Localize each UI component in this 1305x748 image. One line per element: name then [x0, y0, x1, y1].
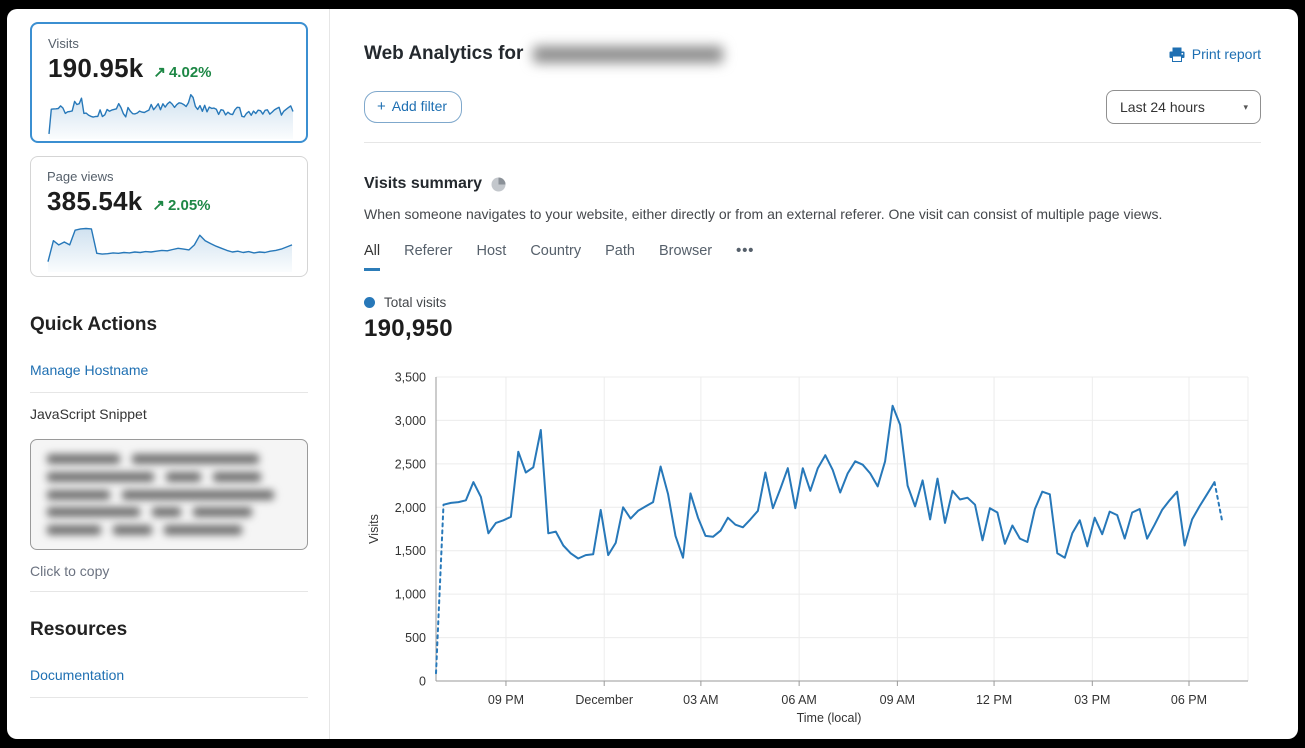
y-axis-label: 2,000	[395, 501, 426, 515]
visits-summary-description: When someone navigates to your website, …	[364, 206, 1261, 222]
visits-line-chart: 0 500 1,000 1,500 2,000 2,500 3,000 3,500 09 PM D…	[364, 367, 1250, 729]
javascript-snippet-box[interactable]	[30, 439, 308, 550]
pie-chart-icon	[491, 177, 506, 192]
summary-tabs: All Referer Host Country Path Browser •••	[364, 243, 1261, 271]
x-axis-label: 09 AM	[880, 693, 915, 707]
tab-path[interactable]: Path	[605, 243, 635, 271]
x-axis-label: 12 PM	[976, 693, 1012, 707]
metric-delta: ↗2.05%	[152, 196, 210, 214]
x-axis-label: 03 PM	[1074, 693, 1110, 707]
tab-referer[interactable]: Referer	[404, 243, 452, 271]
x-axis-label: 03 AM	[683, 693, 718, 707]
y-axis-label: 500	[405, 631, 426, 645]
x-axis-label: 09 PM	[488, 693, 524, 707]
redacted-snippet-line	[47, 507, 291, 517]
documentation-link[interactable]: Documentation	[30, 667, 124, 683]
metric-delta-value: 2.05%	[168, 197, 211, 214]
plus-icon: +	[377, 98, 386, 115]
x-axis-title: Time (local)	[797, 711, 862, 725]
window-frame: Visits 190.95k ↗4.02% Page views 385.54k…	[0, 0, 1305, 748]
chevron-down-icon: ▾	[1243, 102, 1248, 113]
metric-value: 190.95k	[48, 53, 143, 84]
y-axis-title: Visits	[367, 514, 381, 544]
quick-actions-heading: Quick Actions	[30, 314, 308, 336]
metric-value: 385.54k	[47, 186, 142, 217]
x-axis-label: 06 AM	[781, 693, 816, 707]
y-axis-label: 2,500	[395, 457, 426, 471]
visits-summary-title: Visits summary	[364, 175, 482, 193]
redacted-snippet-line	[47, 472, 291, 482]
y-axis-label: 1,000	[395, 588, 426, 602]
add-filter-button[interactable]: +Add filter	[364, 91, 462, 123]
x-axis-label: December	[575, 693, 633, 707]
metric-label: Page views	[47, 169, 291, 184]
trend-up-arrow-icon: ↗	[152, 197, 165, 214]
y-axis-label: 3,500	[395, 371, 426, 385]
divider	[30, 392, 308, 393]
time-range-dropdown[interactable]: Last 24 hours ▾	[1106, 90, 1261, 124]
legend-label: Total visits	[384, 295, 446, 310]
print-report-button[interactable]: Print report	[1169, 46, 1261, 62]
divider	[30, 697, 308, 698]
tab-browser[interactable]: Browser	[659, 243, 712, 271]
tab-host[interactable]: Host	[476, 243, 506, 271]
main-content: Web Analytics for Print report +Add filt…	[330, 9, 1298, 739]
y-axis-label: 3,000	[395, 414, 426, 428]
tab-country[interactable]: Country	[530, 243, 581, 271]
trend-up-arrow-icon: ↗	[153, 64, 166, 81]
y-axis-label: 0	[419, 675, 426, 689]
javascript-snippet-label: JavaScript Snippet	[30, 406, 308, 422]
chart-legend: Total visits	[364, 295, 1261, 310]
printer-icon	[1169, 47, 1185, 62]
tab-all[interactable]: All	[364, 243, 380, 271]
tabs-more-button[interactable]: •••	[736, 243, 754, 271]
resources-heading: Resources	[30, 619, 308, 641]
time-range-value: Last 24 hours	[1120, 99, 1205, 115]
x-axis-label: 06 PM	[1171, 693, 1207, 707]
manage-hostname-link[interactable]: Manage Hostname	[30, 362, 148, 378]
redacted-snippet-line	[47, 490, 291, 500]
redacted-snippet-line	[47, 525, 291, 535]
total-visits-value: 190,950	[364, 315, 1261, 343]
metric-label: Visits	[48, 36, 290, 51]
page-title: Web Analytics for	[364, 43, 723, 65]
click-to-copy-hint: Click to copy	[30, 563, 308, 579]
divider	[30, 591, 308, 592]
y-axis-label: 1,500	[395, 544, 426, 558]
sidebar: Visits 190.95k ↗4.02% Page views 385.54k…	[30, 9, 308, 739]
metric-card-page-views[interactable]: Page views 385.54k ↗2.05%	[30, 156, 308, 277]
divider	[364, 142, 1261, 143]
page-views-sparkline-chart	[47, 223, 293, 273]
legend-dot-icon	[364, 297, 375, 308]
metric-delta: ↗4.02%	[153, 63, 211, 81]
web-analytics-page: Visits 190.95k ↗4.02% Page views 385.54k…	[7, 9, 1298, 739]
redacted-snippet-line	[47, 454, 291, 464]
metric-card-visits[interactable]: Visits 190.95k ↗4.02%	[30, 22, 308, 143]
visits-sparkline-chart	[48, 90, 294, 140]
redacted-domain-name	[533, 46, 723, 63]
metric-delta-value: 4.02%	[169, 64, 212, 81]
